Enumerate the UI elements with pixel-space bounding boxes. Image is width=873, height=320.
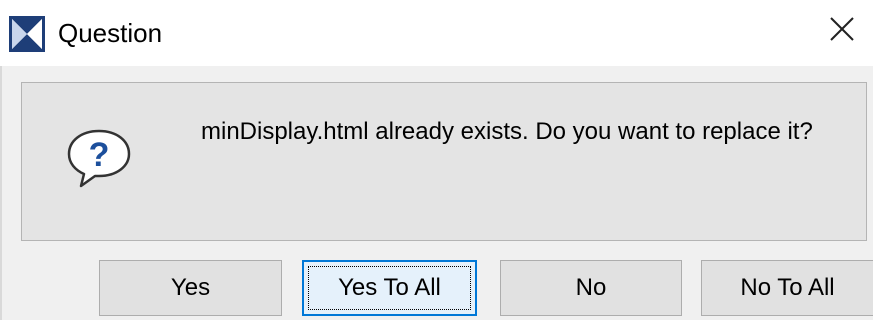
window-border xyxy=(0,66,2,320)
yes-to-all-button[interactable]: Yes To All xyxy=(302,260,477,316)
close-button[interactable] xyxy=(821,10,863,52)
yes-to-all-label: Yes To All xyxy=(338,274,441,301)
app-logo-icon xyxy=(9,16,45,52)
message-panel xyxy=(21,82,867,241)
question-icon: ? xyxy=(64,127,134,191)
yes-button[interactable]: Yes xyxy=(99,260,282,316)
no-to-all-button[interactable]: No To All xyxy=(701,260,873,316)
question-dialog: Question ? minDisplay.html already exist… xyxy=(0,0,873,320)
title-bar[interactable]: Question xyxy=(0,0,873,66)
close-icon xyxy=(829,16,855,47)
no-button[interactable]: No xyxy=(500,260,682,316)
svg-text:?: ? xyxy=(89,136,110,174)
window-title: Question xyxy=(58,18,163,48)
dialog-message: minDisplay.html already exists. Do you w… xyxy=(201,118,813,145)
